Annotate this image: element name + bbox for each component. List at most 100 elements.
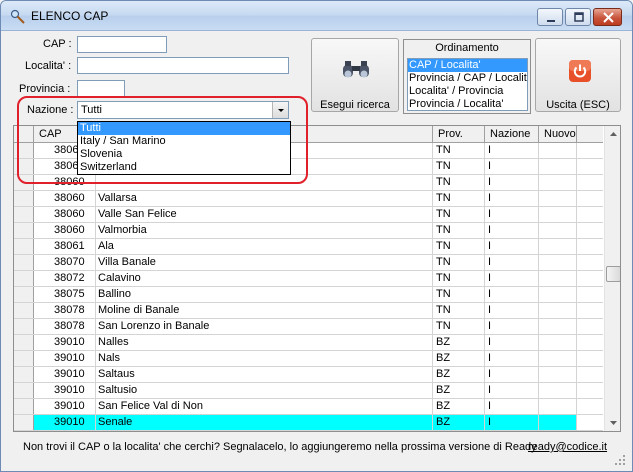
resize-grip-icon[interactable]: [614, 454, 626, 466]
nazione-option[interactable]: Italy / San Marino: [78, 135, 290, 148]
cap-cell: 38060: [34, 207, 96, 222]
search-button[interactable]: Esegui ricerca: [311, 38, 399, 112]
exit-button-label: Uscita (ESC): [546, 99, 610, 111]
prov-cell: TN: [433, 319, 485, 334]
vertical-scrollbar[interactable]: [604, 126, 620, 431]
nazione-cell: I: [485, 239, 539, 254]
close-button[interactable]: [593, 8, 622, 26]
localita-input[interactable]: [77, 57, 289, 74]
title-bar[interactable]: ELENCO CAP: [1, 1, 632, 31]
ordering-group: Ordinamento CAP / Localita' Provincia / …: [403, 39, 531, 114]
cap-input[interactable]: [77, 36, 167, 53]
prov-cell: TN: [433, 287, 485, 302]
window-title: ELENCO CAP: [31, 9, 109, 23]
table-row[interactable]: 39010 Nalles BZ I: [14, 335, 603, 351]
scroll-up-button[interactable]: [605, 126, 620, 143]
elenco-cap-window: ELENCO CAP CAP : Localita' : Provincia :…: [0, 0, 633, 472]
prov-cell: TN: [433, 223, 485, 238]
close-icon: [603, 12, 614, 23]
cap-cell: 39010: [34, 415, 96, 430]
localita-cell: Villa Banale: [96, 255, 433, 270]
chevron-up-icon: [610, 132, 617, 136]
nazione-option[interactable]: Tutti: [78, 122, 290, 135]
ordering-option[interactable]: Provincia / Localita': [408, 98, 527, 110]
cap-cell: 38070: [34, 255, 96, 270]
chevron-down-icon[interactable]: [272, 102, 288, 118]
row-selector: [14, 383, 34, 398]
table-row[interactable]: 39010 Nals BZ I: [14, 351, 603, 367]
localita-label: Localita' :: [25, 60, 72, 72]
exit-button[interactable]: Uscita (ESC): [535, 38, 621, 112]
ordering-option[interactable]: Provincia / CAP / Localit: [408, 72, 527, 85]
row-selector: [14, 399, 34, 414]
client-area: CAP : Localita' : Provincia : Nazione : …: [5, 31, 628, 468]
nazione-cell: I: [485, 319, 539, 334]
table-row[interactable]: 38060 Valmorbia TN I: [14, 223, 603, 239]
nazione-combobox[interactable]: Tutti: [77, 101, 289, 119]
maximize-button[interactable]: [565, 8, 591, 26]
table-row[interactable]: 38078 Moline di Banale TN I: [14, 303, 603, 319]
prov-cell: BZ: [433, 335, 485, 350]
ordering-title: Ordinamento: [435, 42, 499, 54]
nazione-cell: I: [485, 287, 539, 302]
table-row[interactable]: 39010 Senale BZ I: [14, 415, 603, 431]
nuovo-cell: [539, 351, 577, 366]
table-row[interactable]: 39010 Saltaus BZ I: [14, 367, 603, 383]
grid-body: 38060 TN I 38060 TN I 38060 TN I 38060 Vallarsa TN I…: [14, 143, 603, 431]
table-row[interactable]: 38078 San Lorenzo in Banale TN I: [14, 319, 603, 335]
nazione-cell: I: [485, 415, 539, 430]
nazione-option[interactable]: Slovenia: [78, 148, 290, 161]
localita-cell: Vallarsa: [96, 191, 433, 206]
table-row[interactable]: 39010 San Felice Val di Non BZ I: [14, 399, 603, 415]
ordering-option[interactable]: Localita' / Provincia: [408, 85, 527, 98]
column-header-nuovo[interactable]: Nuovo: [539, 126, 577, 142]
nazione-label: Nazione :: [27, 104, 74, 116]
localita-cell: SENALE SAN FELICE: [96, 431, 433, 432]
scroll-down-button[interactable]: [605, 414, 620, 431]
row-selector: [14, 159, 34, 174]
email-link[interactable]: ready@codice.it: [528, 441, 607, 453]
nuovo-cell: [539, 143, 577, 158]
table-row[interactable]: 38075 Ballino TN I: [14, 287, 603, 303]
nuovo-cell: [539, 271, 577, 286]
nazione-cell: I: [485, 335, 539, 350]
table-row[interactable]: 38060 TN I: [14, 175, 603, 191]
table-row[interactable]: 38070 Villa Banale TN I: [14, 255, 603, 271]
table-row[interactable]: 39010SENALE SAN FELICEBZIX: [14, 431, 603, 432]
minimize-button[interactable]: [537, 8, 563, 26]
column-header-prov[interactable]: Prov.: [433, 126, 485, 142]
ordering-option[interactable]: CAP / Localita': [408, 59, 527, 72]
nazione-cell: I: [485, 383, 539, 398]
localita-cell: Senale: [96, 415, 433, 430]
search-button-label: Esegui ricerca: [320, 99, 390, 111]
power-icon: [569, 60, 591, 85]
table-row[interactable]: 39010 Saltusio BZ I: [14, 383, 603, 399]
scrollbar-thumb[interactable]: [606, 266, 620, 282]
table-row[interactable]: 38072 Calavino TN I: [14, 271, 603, 287]
nazione-option[interactable]: Switzerland: [78, 161, 290, 174]
nuovo-cell: [539, 415, 577, 430]
row-selector: [14, 271, 34, 286]
ordering-list[interactable]: CAP / Localita' Provincia / CAP / Locali…: [407, 58, 528, 111]
nuovo-cell: [539, 287, 577, 302]
nuovo-cell: [539, 319, 577, 334]
table-row[interactable]: 38061 Ala TN I: [14, 239, 603, 255]
provincia-input[interactable]: [77, 80, 125, 97]
cap-cell: 39010: [34, 335, 96, 350]
row-selector: [14, 319, 34, 334]
cap-label: CAP :: [43, 38, 72, 50]
chevron-down-icon: [610, 421, 617, 425]
nazione-dropdown-list: Tutti Italy / San Marino Slovenia Switze…: [77, 121, 291, 175]
table-row[interactable]: 38060 Valle San Felice TN I: [14, 207, 603, 223]
prov-cell: TN: [433, 303, 485, 318]
prov-cell: TN: [433, 271, 485, 286]
nazione-selected-value: Tutti: [81, 104, 102, 116]
localita-cell: Valle San Felice: [96, 207, 433, 222]
prov-cell: TN: [433, 143, 485, 158]
nazione-cell: I: [485, 399, 539, 414]
table-row[interactable]: 38060 Vallarsa TN I: [14, 191, 603, 207]
localita-cell: Calavino: [96, 271, 433, 286]
nazione-cell: I: [485, 431, 539, 432]
nazione-cell: I: [485, 207, 539, 222]
column-header-nazione[interactable]: Nazione: [485, 126, 539, 142]
